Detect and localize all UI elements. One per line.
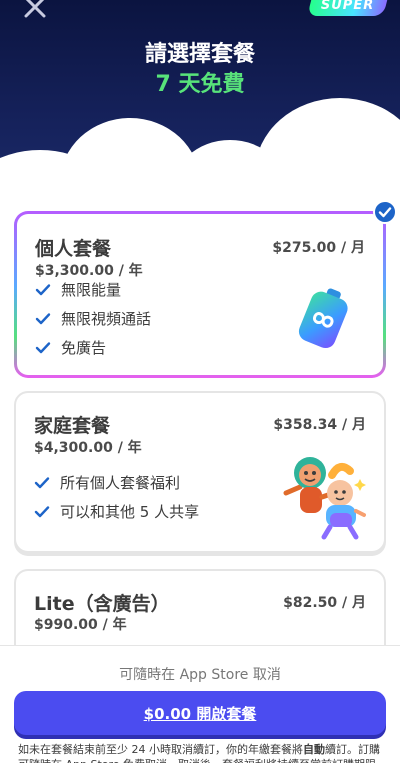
- plan-name: 家庭套餐: [34, 415, 111, 437]
- selected-check-badge: [373, 200, 397, 224]
- plan-card-family[interactable]: 家庭套餐 $358.34 / 月 $4,300.00 / 年 所有個人套餐福利 …: [14, 391, 386, 553]
- plan-yearly-price: $3,300.00 / 年: [35, 263, 143, 279]
- close-icon: [24, 0, 46, 18]
- cta-label: $0.00 開啟套餐: [143, 704, 257, 723]
- plan-yearly-price: $4,300.00 / 年: [34, 440, 142, 456]
- super-logo: SUPER: [307, 0, 389, 16]
- cancel-note: 可隨時在 App Store 取消: [119, 667, 281, 683]
- feature-label: 免廣告: [61, 339, 107, 357]
- feature-label: 可以和其他 5 人共享: [60, 503, 200, 521]
- checkmark-icon: [34, 476, 50, 488]
- feature-item: 無限視頻通話: [35, 308, 151, 329]
- checkmark-icon: [34, 505, 50, 517]
- feature-label: 無限視頻通話: [61, 310, 152, 328]
- checkmark-icon: [35, 312, 51, 324]
- checkout-footer: 可隨時在 App Store 取消 $0.00 開啟套餐 如未在套餐結束前至少 …: [0, 645, 400, 763]
- free-trial-subtitle: 7 天免費: [155, 72, 245, 97]
- feature-item: 免廣告: [35, 337, 106, 358]
- family-characters-illustration: [283, 457, 366, 540]
- feature-label: 無限能量: [61, 281, 122, 299]
- disclaimer-emphasis: 自動: [303, 743, 325, 756]
- plan-name: Lite（含廣告）: [34, 593, 170, 615]
- plan-monthly-price: $358.34 / 月: [273, 417, 366, 433]
- checkmark-icon: [378, 207, 392, 218]
- plan-monthly-price: $275.00 / 月: [272, 240, 365, 256]
- plan-yearly-price: $990.00 / 年: [34, 617, 127, 633]
- start-subscription-button[interactable]: $0.00 開啟套餐: [14, 691, 386, 735]
- battery-energy-icon: [298, 288, 348, 349]
- close-button[interactable]: [18, 0, 52, 22]
- page-title: 請選擇套餐: [144, 42, 255, 67]
- feature-item: 無限能量: [35, 279, 121, 300]
- checkmark-icon: [35, 341, 51, 353]
- plan-name: 個人套餐: [35, 238, 112, 260]
- plan-card-individual[interactable]: 個人套餐 $275.00 / 月 $3,300.00 / 年 無限能量 無限視頻…: [14, 200, 397, 378]
- plan-monthly-price: $82.50 / 月: [283, 595, 366, 611]
- hero-header: [0, 0, 400, 210]
- disclaimer-text: 如未在套餐結束前至少 24 小時取消續訂，你的年繳套餐將: [18, 743, 303, 756]
- auto-renew-disclaimer: 如未在套餐結束前至少 24 小時取消續訂，你的年繳套餐將自動續訂。訂購可隨時在 …: [18, 742, 384, 763]
- checkmark-icon: [35, 283, 51, 295]
- feature-label: 所有個人套餐福利: [60, 474, 181, 492]
- feature-item: 所有個人套餐福利: [34, 472, 180, 493]
- super-logo-text: SUPER: [321, 0, 375, 13]
- feature-item: 可以和其他 5 人共享: [34, 501, 199, 522]
